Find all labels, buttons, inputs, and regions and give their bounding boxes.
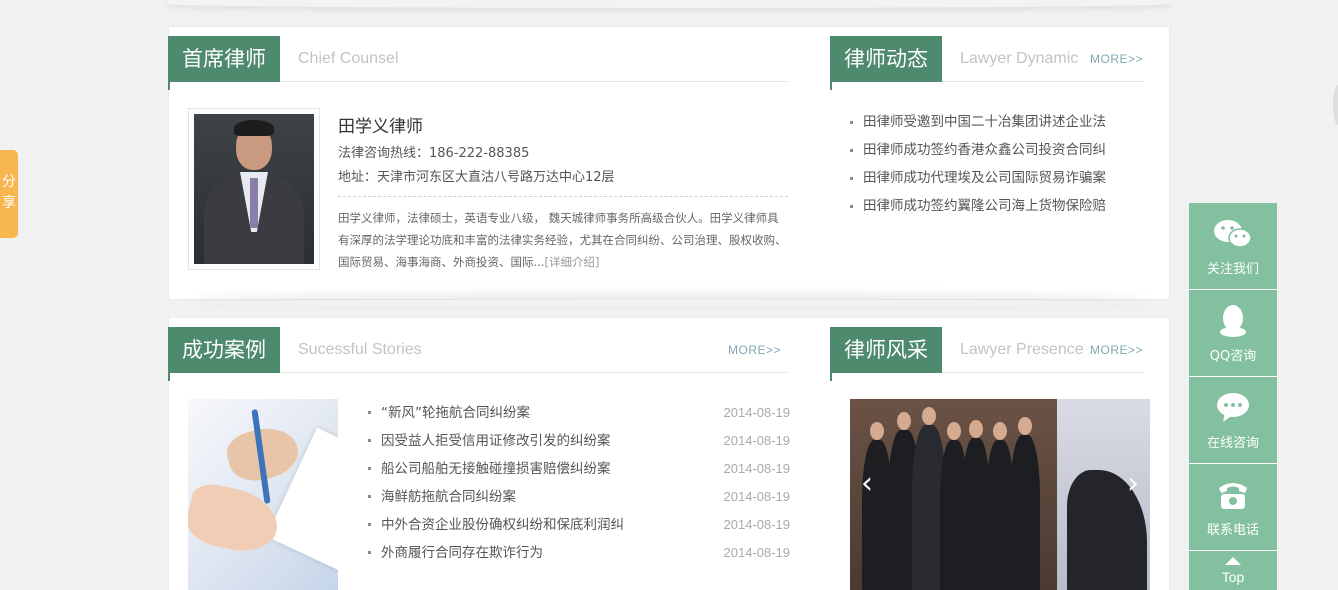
team-photo <box>850 399 1057 590</box>
case-title: 因受益人拒受信用证修改引发的纠纷案 <box>381 433 611 449</box>
table-row[interactable]: 中外合资企业股份确权纠纷和保底利润纠 2014-08-19 <box>368 514 790 542</box>
chief-title: 首席律师 <box>168 36 280 90</box>
table-row[interactable]: 外商履行合同存在欺诈行为 2014-08-19 <box>368 542 790 570</box>
lawyer-name[interactable]: 田学义律师 <box>338 112 423 137</box>
arrow-up-icon <box>1225 557 1241 565</box>
table-row[interactable]: 海鲜舫拖航合同纠纷案 2014-08-19 <box>368 486 790 514</box>
list-item[interactable]: 田律师成功签约香港众鑫公司投资合同纠 <box>850 138 1130 166</box>
contact-phone-label: 联系电话 <box>1206 523 1259 538</box>
presence-subtitle: Lawyer Presence <box>960 341 1084 358</box>
presence-slider[interactable]: ‹ › <box>850 399 1150 590</box>
phone-icon <box>1189 478 1277 512</box>
follow-us-label: 关注我们 <box>1206 262 1259 277</box>
chief-header: 首席律师 Chief Counsel <box>168 36 788 90</box>
address: 地址：天津市河东区大直沽八号路万达中心12层 <box>338 170 615 185</box>
case-date: 2014-08-19 <box>723 517 791 532</box>
table-row[interactable]: 因受益人拒受信用证修改引发的纠纷案 2014-08-19 <box>368 430 790 458</box>
cases-subtitle: Sucessful Stories <box>298 341 422 358</box>
dynamic-subtitle: Lawyer Dynamic <box>960 50 1079 67</box>
wechat-icon <box>1189 217 1277 251</box>
hotline: 法律咨询热线：186-222-88385 <box>338 146 530 161</box>
next-arrow-icon[interactable]: › <box>1122 469 1144 499</box>
presence-more-link[interactable]: MORE>> <box>1090 327 1143 373</box>
top-panel-edge <box>168 0 1170 8</box>
cases-header: 成功案例 Sucessful Stories MORE>> <box>168 327 788 381</box>
case-date: 2014-08-19 <box>723 545 791 560</box>
case-title: 海鲜舫拖航合同纠纷案 <box>381 489 516 505</box>
case-title: 中外合资企业股份确权纠纷和保底利润纠 <box>381 517 624 533</box>
online-consult-button[interactable]: 在线咨询 <box>1189 377 1277 464</box>
dynamic-title: 律师动态 <box>830 36 942 90</box>
lawyer-photo[interactable] <box>188 108 320 270</box>
case-date: 2014-08-19 <box>723 461 791 476</box>
prev-arrow-icon[interactable]: ‹ <box>856 469 878 499</box>
dynamic-header: 律师动态 Lawyer Dynamic MORE>> <box>830 36 1144 90</box>
cases-title: 成功案例 <box>168 327 280 381</box>
back-to-top-label: Top <box>1221 569 1245 585</box>
dynamic-more-link[interactable]: MORE>> <box>1090 36 1143 82</box>
case-date: 2014-08-19 <box>723 489 791 504</box>
online-consult-label: 在线咨询 <box>1206 436 1259 451</box>
case-title: 外商履行合同存在欺诈行为 <box>381 545 543 561</box>
case-date: 2014-08-19 <box>723 405 791 420</box>
scroll-edge <box>1333 85 1338 125</box>
case-title: “新风”轮拖航合同纠纷案 <box>381 405 530 421</box>
table-row[interactable]: 船公司船舶无接触碰撞损害赔偿纠纷案 2014-08-19 <box>368 458 790 486</box>
list-item[interactable]: 田律师受邀到中国二十冶集团讲述企业法 <box>850 110 1130 138</box>
back-to-top-button[interactable]: Top <box>1189 551 1277 590</box>
chief-subtitle: Chief Counsel <box>298 50 399 67</box>
cases-more-link[interactable]: MORE>> <box>728 327 781 373</box>
qq-icon <box>1189 304 1277 338</box>
list-item[interactable]: 田律师成功签约翼隆公司海上货物保险赔 <box>850 194 1130 222</box>
list-item[interactable]: 田律师成功代理埃及公司国际贸易诈骗案 <box>850 166 1130 194</box>
qq-consult-label: QQ咨询 <box>1209 349 1257 364</box>
presence-header: 律师风采 Lawyer Presence MORE>> <box>830 327 1144 381</box>
case-image[interactable] <box>188 399 338 590</box>
presence-title: 律师风采 <box>830 327 942 381</box>
follow-us-button[interactable]: 关注我们 <box>1189 203 1277 290</box>
qq-consult-button[interactable]: QQ咨询 <box>1189 290 1277 377</box>
detail-link[interactable]: [详细介绍] <box>544 255 599 269</box>
table-row[interactable]: “新风”轮拖航合同纠纷案 2014-08-19 <box>368 402 790 430</box>
case-title: 船公司船舶无接触碰撞损害赔偿纠纷案 <box>381 461 611 477</box>
case-date: 2014-08-19 <box>723 433 791 448</box>
lawyer-bio: 田学义律师，法律硕士，英语专业八级， 魏天城律师事务所高级合伙人。田学义律师具有… <box>338 207 790 273</box>
cases-list: “新风”轮拖航合同纠纷案 2014-08-19 因受益人拒受信用证修改引发的纠纷案… <box>368 402 790 570</box>
contact-phone-button[interactable]: 联系电话 <box>1189 464 1277 551</box>
divider <box>338 196 788 197</box>
float-toolbar: 关注我们 QQ咨询 在线咨询 联系电话 Top <box>1189 203 1277 590</box>
share-tab[interactable]: 分享 <box>0 150 18 238</box>
chat-bubble-icon <box>1189 391 1277 425</box>
dynamic-list: 田律师受邀到中国二十冶集团讲述企业法 田律师成功签约香港众鑫公司投资合同纠 田律… <box>850 110 1130 222</box>
